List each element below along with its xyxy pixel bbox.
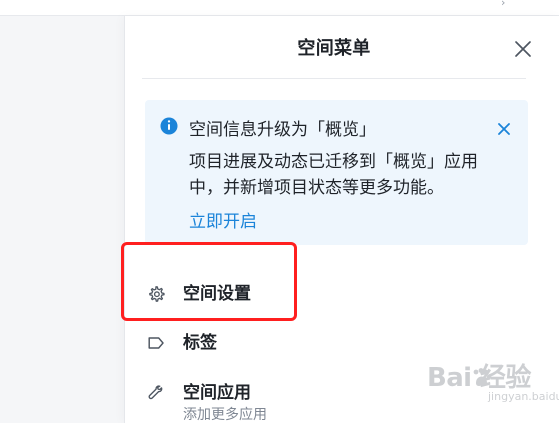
menu-item-label: 标签: [183, 333, 217, 353]
drawer-title: 空间菜单: [297, 38, 371, 59]
info-icon: [160, 117, 178, 135]
tag-icon: [148, 337, 164, 349]
top-strip: ›: [0, 0, 559, 16]
menu-item-space-apps[interactable]: 空间应用 添加更多应用: [146, 377, 426, 423]
menu-item-label: 空间设置: [183, 284, 251, 304]
upgrade-notice: 空间信息升级为「概览」 项目进展及动态已迁移到「概览」应用中，并新增项目状态等更…: [145, 100, 528, 245]
screen: › 空间菜单 空间信息升级为「概览」 项目进展及动态已迁移到「概览」应用中，并新…: [0, 0, 559, 423]
close-button[interactable]: [510, 36, 536, 62]
notice-title: 空间信息升级为「概览」: [189, 120, 376, 140]
menu-item-label: 空间应用: [183, 383, 251, 403]
menu-item-space-settings[interactable]: 空间设置: [146, 278, 426, 312]
close-icon: [498, 123, 510, 135]
wrench-icon: [148, 385, 163, 400]
background-workspace: [0, 0, 124, 423]
gear-icon: [149, 286, 165, 302]
notice-close-button[interactable]: [494, 119, 514, 139]
enable-now-link[interactable]: 立即开启: [189, 210, 257, 234]
notice-body: 项目进展及动态已迁移到「概览」应用中，并新增项目状态等更多功能。: [189, 152, 478, 198]
top-hint-icon: ›: [501, 0, 506, 9]
menu-item-subtitle: 添加更多应用: [183, 407, 267, 423]
menu-item-tags[interactable]: 标签: [146, 327, 426, 361]
space-menu-drawer: 空间菜单 空间信息升级为「概览」 项目进展及动态已迁移到「概览」应用中，并新增项…: [124, 16, 559, 423]
close-icon: [515, 41, 531, 57]
drawer-header: 空间菜单: [142, 16, 531, 79]
